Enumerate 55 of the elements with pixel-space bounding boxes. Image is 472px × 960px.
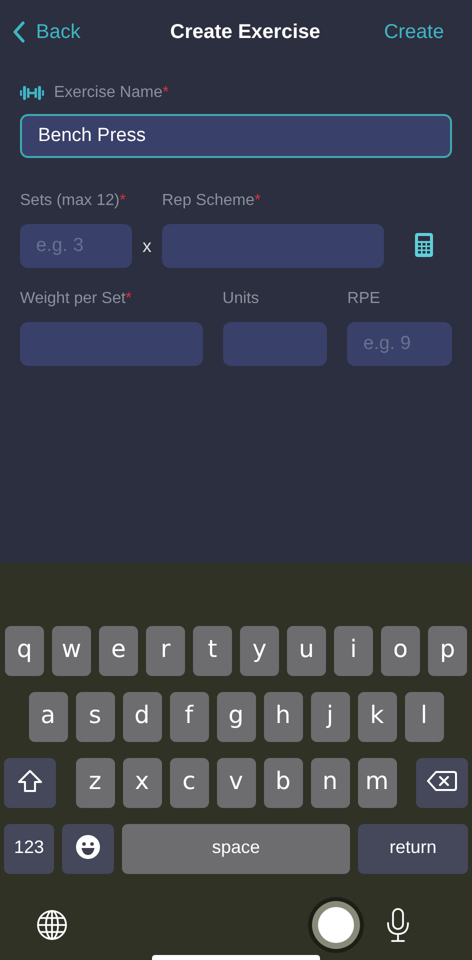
field-label: Sets (max 12)* [20, 192, 127, 210]
letter-key[interactable]: h [264, 692, 302, 742]
letter-key[interactable]: z [76, 758, 114, 808]
letter-key[interactable]: e [99, 626, 138, 676]
microphone-icon[interactable] [386, 908, 410, 942]
letter-key[interactable]: o [381, 626, 420, 676]
letter-key[interactable]: k [358, 692, 396, 742]
shift-key[interactable] [4, 758, 56, 808]
rep-scheme-field[interactable] [162, 224, 384, 268]
letter-key[interactable]: v [216, 758, 256, 808]
letter-key[interactable]: c [170, 758, 208, 808]
globe-icon[interactable] [36, 909, 68, 941]
letter-key[interactable]: d [122, 692, 162, 742]
letter-key[interactable]: f [170, 692, 208, 742]
letter-key[interactable]: y [240, 626, 279, 676]
units-field[interactable] [222, 322, 328, 366]
letter-key[interactable]: g [216, 692, 256, 742]
calculator-icon[interactable] [415, 233, 433, 257]
letter-key[interactable]: a [28, 692, 68, 742]
letter-key[interactable]: l [404, 692, 444, 742]
screen-title: Create Exercise [170, 20, 320, 44]
field-label: Rep Scheme* [162, 192, 262, 210]
return-key[interactable]: return [358, 824, 468, 874]
exercise-name-field[interactable]: Bench Press [20, 114, 452, 158]
back-chevron-icon [12, 21, 26, 43]
shift-icon [17, 769, 43, 793]
touch-indicator [318, 907, 354, 943]
letter-key[interactable]: p [428, 626, 467, 676]
letter-key[interactable]: m [358, 758, 396, 808]
letter-key[interactable]: j [310, 692, 350, 742]
field-label: RPE [347, 290, 382, 308]
letter-key[interactable]: x [122, 758, 162, 808]
letter-key[interactable]: n [310, 758, 350, 808]
field-label: Exercise Name* [54, 84, 169, 102]
emoji-icon [75, 834, 101, 860]
space-key[interactable]: space [122, 824, 350, 874]
letter-key[interactable]: t [193, 626, 232, 676]
field-label: Units [222, 290, 260, 308]
numbers-key[interactable]: 123 [4, 824, 54, 874]
letter-key[interactable]: q [5, 626, 44, 676]
weight-field[interactable] [20, 322, 203, 366]
delete-key[interactable] [416, 758, 468, 808]
letter-key[interactable]: u [287, 626, 326, 676]
create-button[interactable]: Create [384, 20, 444, 44]
backspace-icon [427, 770, 457, 792]
back-button[interactable]: Back [12, 20, 80, 44]
letter-key[interactable]: s [76, 692, 114, 742]
times-sign: x [142, 235, 152, 258]
letter-key[interactable]: w [52, 626, 91, 676]
dumbbell-icon [20, 85, 44, 101]
letter-key[interactable]: b [264, 758, 302, 808]
letter-key[interactable]: r [146, 626, 185, 676]
field-label: Weight per Set* [20, 290, 133, 308]
letter-key[interactable]: i [334, 626, 373, 676]
emoji-key[interactable] [62, 824, 114, 874]
